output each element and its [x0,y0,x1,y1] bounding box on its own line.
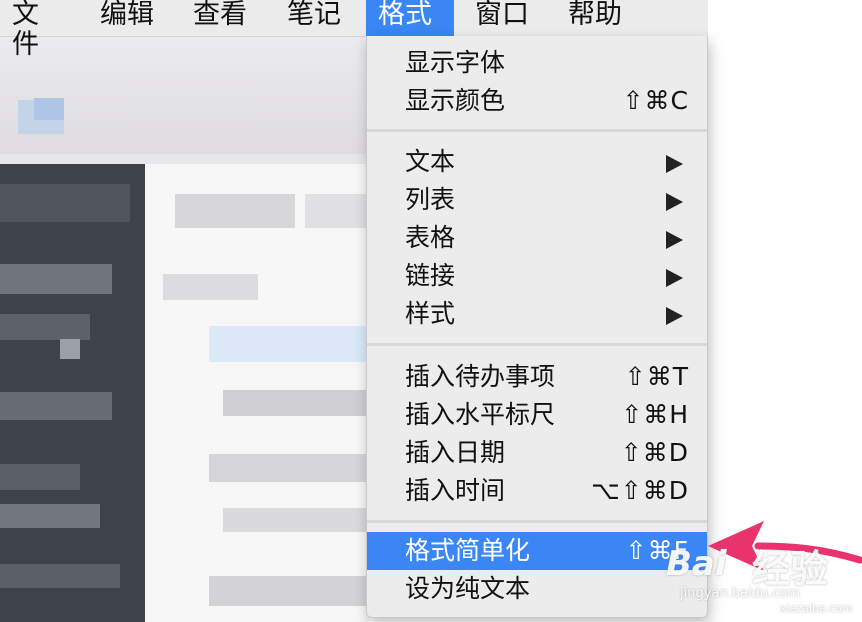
submenu-arrow-icon [666,269,683,287]
app-sidebar [0,164,145,622]
menu-separator [367,520,707,523]
menu-item-insert-horizontal-rule[interactable]: 插入水平标尺 ⇧⌘H [367,396,707,434]
menu-item-shortcut: ⇧⌘T [624,362,689,391]
menu-file[interactable]: 文件 [0,0,76,60]
menu-item-text[interactable]: 文本 [367,143,707,181]
menu-bar: 文件 编辑 查看 笔记 格式 窗口 帮助 [0,0,708,60]
menu-item-show-fonts[interactable]: 显示字体 [367,44,707,82]
background-app-window [0,36,370,622]
menu-format[interactable]: 格式 [366,0,454,36]
menu-item-label: 文本 [405,147,456,176]
menu-item-insert-date[interactable]: 插入日期 ⇧⌘D [367,434,707,472]
menu-item-label: 列表 [405,185,456,214]
menu-item-style[interactable]: 样式 [367,295,707,333]
menu-item-simplify-formatting[interactable]: 格式简单化 ⇧⌘F [367,532,707,570]
menu-item-shortcut: ⇧⌘C [622,86,689,115]
menu-item-shortcut: ⇧⌘H [621,400,689,429]
menu-item-list[interactable]: 列表 [367,181,707,219]
submenu-arrow-icon [666,193,683,211]
menu-item-label: 格式简单化 [405,536,531,565]
menu-item-label: 表格 [405,223,456,252]
menu-item-make-plain-text[interactable]: 设为纯文本 [367,570,707,608]
menu-item-insert-todo[interactable]: 插入待办事项 ⇧⌘T [367,358,707,396]
format-dropdown-menu: 显示字体 显示颜色 ⇧⌘C 文本 列表 表格 链接 样式 插入待办事项 ⇧⌘T … [366,36,708,618]
watermark-site: jingyan.baidu.com [680,586,800,601]
app-note-list [145,164,370,622]
menu-help[interactable]: 帮助 [556,0,640,36]
watermark-brand: Bai [666,544,727,584]
menu-item-label: 插入待办事项 [405,362,556,391]
menu-item-table[interactable]: 表格 [367,219,707,257]
menu-separator [367,129,707,132]
menu-edit[interactable]: 编辑 [88,0,172,36]
menu-item-label: 链接 [405,261,456,290]
submenu-arrow-icon [666,155,683,173]
menu-item-label: 显示颜色 [405,86,506,115]
menu-item-label: 插入水平标尺 [405,400,556,429]
menu-item-label: 显示字体 [405,48,506,77]
menu-item-label: 插入时间 [405,476,506,505]
menu-item-insert-time[interactable]: 插入时间 ⌥⇧⌘D [367,472,707,510]
menu-item-label: 插入日期 [405,438,506,467]
menu-window[interactable]: 窗口 [463,0,547,36]
app-toolbar [0,36,370,154]
menu-item-show-colors[interactable]: 显示颜色 ⇧⌘C [367,82,707,120]
screenshot-stage: 文件 编辑 查看 笔记 格式 窗口 帮助 显示字体 显示颜色 ⇧⌘C 文本 列表… [0,0,862,622]
submenu-arrow-icon [666,231,683,249]
menu-separator [367,343,707,346]
menu-item-label: 设为纯文本 [405,574,531,603]
menu-item-label: 样式 [405,299,456,328]
watermark-small-site: xiazaiba.com [780,602,853,615]
submenu-arrow-icon [666,307,683,325]
menu-notes[interactable]: 笔记 [275,0,359,36]
baidu-watermark: Bai 经验 jingyan.baidu.com xiazaiba.com [660,528,862,622]
watermark-logo-text: 经验 [752,547,829,591]
menu-view[interactable]: 查看 [181,0,265,36]
menu-item-link[interactable]: 链接 [367,257,707,295]
menu-item-shortcut: ⌥⇧⌘D [590,476,689,505]
menu-item-shortcut: ⇧⌘D [620,438,689,467]
